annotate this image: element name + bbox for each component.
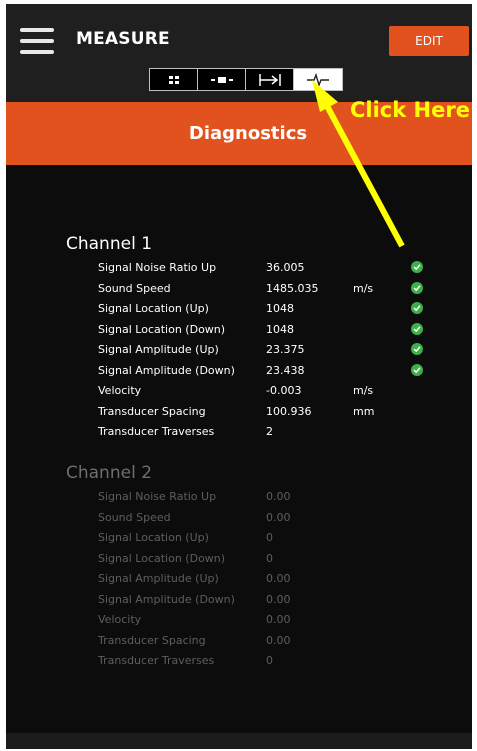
reading-value: 2	[266, 425, 273, 438]
reading-unit: m/s	[353, 384, 374, 397]
reading-row: Sound Speed 0.00	[6, 508, 472, 529]
reading-row: Signal Noise Ratio Up 0.00	[6, 487, 472, 508]
reading-label: Transducer Traverses	[98, 654, 215, 667]
reading-label: Signal Location (Up)	[98, 302, 209, 315]
reading-value: 100.936	[266, 404, 312, 418]
reading-label: Sound Speed	[98, 510, 171, 524]
reading-row: Velocity 0.00	[6, 610, 472, 631]
reading-value: 0.00	[266, 490, 291, 503]
reading-label: Sound Speed	[98, 281, 171, 295]
banner-title: Diagnostics	[188, 123, 308, 144]
grid-icon	[168, 75, 179, 84]
reading-value: 0.00	[266, 613, 291, 626]
reading-label: Signal Amplitude (Down)	[98, 363, 235, 377]
reading-row: Signal Noise Ratio Up 36.005	[6, 258, 472, 279]
reading-label: Velocity	[98, 613, 142, 626]
reading-row: Signal Amplitude (Up) 0.00	[6, 569, 472, 590]
check-icon	[411, 363, 423, 376]
reading-row: Signal Location (Up) 0	[6, 528, 472, 549]
check-icon	[411, 322, 423, 335]
reading-value: 23.375	[266, 343, 305, 356]
reading-row: Signal Location (Up) 1048	[6, 299, 472, 320]
edit-button[interactable]: EDIT	[389, 26, 469, 56]
reading-row: Transducer Traverses 2	[6, 422, 472, 443]
reading-value: 0	[266, 551, 273, 565]
span-icon	[258, 73, 281, 86]
check-icon	[411, 261, 423, 273]
tab-diagnostics-view[interactable]	[294, 69, 342, 90]
channel-1-readings: Signal Noise Ratio Up 36.005 Sound Speed 14…	[6, 258, 472, 443]
reading-label: Signal Amplitude (Down)	[98, 592, 235, 606]
check-icon	[411, 302, 423, 314]
check-icon	[411, 343, 423, 355]
bottom-bar	[6, 733, 472, 749]
reading-row: Signal Amplitude (Up) 23.375	[6, 340, 472, 361]
reading-label: Signal Noise Ratio Up	[98, 261, 217, 274]
reading-label: Signal Amplitude (Up)	[98, 343, 219, 356]
reading-value: 0.00	[266, 592, 291, 606]
view-tabs	[149, 68, 343, 91]
reading-unit: m/s	[353, 281, 374, 295]
reading-value: 0.00	[266, 572, 291, 585]
reading-value: 0.00	[266, 633, 291, 647]
waveform-icon	[307, 72, 329, 87]
reading-value: 0	[266, 654, 273, 667]
reading-value: 1048	[266, 322, 294, 336]
reading-row: Velocity -0.003 m/s	[6, 381, 472, 402]
reading-row: Transducer Spacing 0.00	[6, 631, 472, 652]
page-title: MEASURE	[76, 29, 170, 49]
menu-icon[interactable]	[20, 28, 54, 54]
reading-label: Transducer Traverses	[98, 425, 215, 438]
reading-label: Velocity	[98, 384, 142, 397]
reading-label: Transducer Spacing	[98, 404, 206, 418]
device-screen: MEASURE EDIT Diagnostics Click Here Chan…	[6, 4, 472, 749]
channel-2-readings: Signal Noise Ratio Up 0.00 Sound Speed 0.00…	[6, 487, 472, 672]
tab-span-view[interactable]	[246, 69, 294, 90]
bar-icon	[210, 76, 233, 83]
tab-bar-view[interactable]	[198, 69, 246, 90]
channel-2-title: Channel 2	[66, 463, 153, 483]
reading-label: Signal Noise Ratio Up	[98, 490, 217, 503]
reading-value: 36.005	[266, 261, 305, 274]
reading-label: Signal Location (Up)	[98, 531, 209, 544]
reading-value: 1485.035	[266, 281, 319, 295]
reading-row: Transducer Spacing 100.936 mm	[6, 402, 472, 423]
check-icon	[411, 281, 423, 294]
reading-value: 0.00	[266, 510, 291, 524]
reading-row: Signal Amplitude (Down) 23.438	[6, 361, 472, 382]
channel-1-title: Channel 1	[66, 234, 153, 254]
reading-value: 23.438	[266, 363, 305, 377]
reading-row: Signal Location (Down) 1048	[6, 320, 472, 341]
reading-label: Signal Location (Down)	[98, 322, 226, 336]
reading-label: Signal Amplitude (Up)	[98, 572, 219, 585]
app-header: MEASURE EDIT	[6, 4, 472, 102]
reading-row: Sound Speed 1485.035 m/s	[6, 279, 472, 300]
reading-row: Transducer Traverses 0	[6, 651, 472, 672]
reading-label: Signal Location (Down)	[98, 551, 226, 565]
tab-grid-view[interactable]	[150, 69, 198, 90]
click-here-callout: Click Here	[350, 98, 470, 122]
reading-value: 0	[266, 531, 273, 544]
reading-value: -0.003	[266, 384, 302, 397]
reading-row: Signal Location (Down) 0	[6, 549, 472, 570]
reading-row: Signal Amplitude (Down) 0.00	[6, 590, 472, 611]
reading-unit: mm	[353, 404, 375, 418]
reading-label: Transducer Spacing	[98, 633, 206, 647]
reading-value: 1048	[266, 302, 294, 315]
